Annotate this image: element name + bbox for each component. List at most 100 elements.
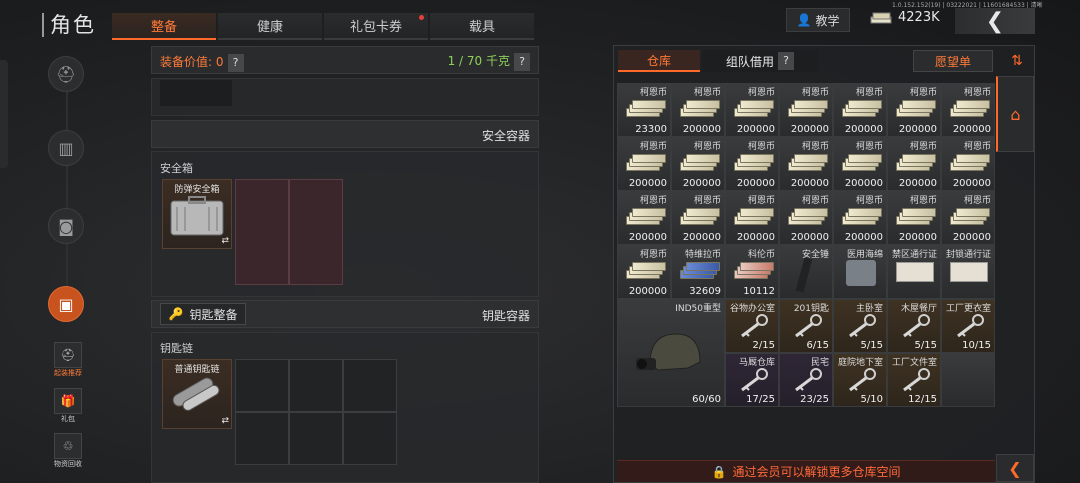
tab-team-borrow[interactable]: 组队借用? [702,50,818,72]
left-edge-handle[interactable] [0,60,8,168]
tab-warehouse[interactable]: 仓库 [618,50,700,72]
collapse-button[interactable]: ❮ [996,454,1034,482]
item-name: 柯恩币 [639,142,667,152]
inventory-item[interactable]: 柯恩币 200000 [779,137,833,191]
back-button[interactable]: ❮ [955,8,1035,34]
item-name: 安全锤 [801,250,829,260]
inventory-item[interactable]: 工厂文件室 12/15 [887,353,941,407]
inventory-item[interactable]: 马厩仓库 17/25 [725,353,779,407]
inventory-item[interactable]: 柯恩币 200000 [833,83,887,137]
gear-value-help-button[interactable]: ? [227,54,244,72]
safe-slot[interactable] [235,179,289,285]
tab-gift-cards[interactable]: 礼包卡券 [324,13,428,40]
item-name: 马厩仓库 [738,358,775,368]
key-slot[interactable] [343,359,397,412]
helmet-icon [636,333,701,371]
inventory-item[interactable]: 木屋餐厅 5/15 [887,299,941,353]
item-name: 柯恩币 [693,142,721,152]
key-slot[interactable] [235,359,289,412]
inventory-item[interactable]: 医用海绵 [833,245,887,299]
inventory-item[interactable]: 柯恩币 200000 [725,83,779,137]
inventory-item[interactable]: 柯恩币 200000 [887,83,941,137]
tab-vehicle[interactable]: 载具 [430,13,534,40]
helmet-nav-icon[interactable]: ⛑ [48,56,84,92]
inventory-item[interactable]: 科伦币 10112 [725,245,779,299]
inventory-item[interactable]: 安全锤 [779,245,833,299]
key-slot[interactable] [289,412,343,465]
key-chain-item[interactable]: 普通钥匙链 ⇄ [162,359,232,429]
tab-health[interactable]: 健康 [218,13,322,40]
inventory-item[interactable]: 主卧室 5/15 [833,299,887,353]
home-button[interactable]: ⌂ [996,76,1034,152]
inventory-item[interactable]: 柯恩币 200000 [887,137,941,191]
team-help-button[interactable]: ? [778,52,794,70]
key-slot[interactable] [235,412,289,465]
empty-inventory-slot[interactable] [941,353,995,407]
tutorial-button[interactable]: 👤 教学 [786,8,850,32]
inventory-item[interactable]: 柯恩币 200000 [725,137,779,191]
inventory-item[interactable]: 柯恩币 200000 [671,191,725,245]
cash-stack-icon [896,206,936,228]
inventory-item[interactable]: 柯恩币 200000 [671,137,725,191]
key-icon [741,368,768,392]
currency-display: 4223K [870,10,940,25]
cash-stack-icon [734,206,774,228]
safe-slot[interactable] [289,179,343,285]
inventory-item[interactable]: 柯恩币 200000 [941,137,995,191]
key-chain-label: 钥匙链 [160,342,193,355]
key-icon [903,314,930,338]
key-prep-label: 钥匙整备 [189,307,238,322]
inventory-item[interactable]: 禁区通行证 [887,245,941,299]
wishlist-button[interactable]: 愿望单 [913,50,993,72]
inventory-item[interactable]: 柯恩币 200000 [941,83,995,137]
inventory-item[interactable]: 封锁通行证 [941,245,995,299]
inventory-item[interactable]: 柯恩币 23300 [617,83,671,137]
armor-nav-icon[interactable]: ▥ [48,130,84,166]
inventory-item[interactable]: 柯恩币 200000 [833,137,887,191]
recycle-button[interactable]: ♲ 物资回收 [50,433,86,473]
loadout-recommend-button[interactable]: ⛑ 起装推荐 [50,342,86,382]
inventory-item[interactable]: 工厂更衣室 10/15 [941,299,995,353]
inventory-item[interactable]: 谷物办公室 2/15 [725,299,779,353]
bulletproof-safe-item[interactable]: 防弹安全箱 ⇄ [162,179,232,249]
item-name: 柯恩币 [801,88,829,98]
inventory-item[interactable]: 柯恩币 200000 [941,191,995,245]
inventory-item[interactable]: 柯恩币 200000 [617,191,671,245]
swap-icon: ⇄ [221,416,229,426]
cash-stack-icon [842,152,882,174]
cash-stack-icon [896,152,936,174]
key-icon [957,314,984,338]
inventory-item[interactable]: 柯恩币 200000 [779,191,833,245]
inventory-item[interactable]: 柯恩币 200000 [887,191,941,245]
inventory-item[interactable]: 201钥匙 6/15 [779,299,833,353]
weight-help-button[interactable]: ? [514,53,530,71]
inventory-item[interactable]: 庭院地下室 5/10 [833,353,887,407]
inventory-item[interactable]: 柯恩币 200000 [725,191,779,245]
item-count: 200000 [790,178,829,189]
key-prep-button[interactable]: 🔑 钥匙整备 [160,303,246,325]
item-count: 12/15 [908,394,937,405]
inventory-item[interactable]: 柯恩币 200000 [671,83,725,137]
unlock-storage-banner[interactable]: 🔒 通过会员可以解锁更多仓库空间 [617,460,995,482]
inventory-item[interactable]: 柯恩币 200000 [617,137,671,191]
toolbox-nav-icon[interactable]: ▣ [48,286,84,322]
person-icon: 👤 [796,13,812,27]
briefcase-icon [170,196,224,236]
item-count: 200000 [682,178,721,189]
tab-gear[interactable]: 整备 [112,13,216,40]
key-slot[interactable] [289,359,343,412]
backpack-nav-icon[interactable]: ◙ [48,208,84,244]
key-container-title: 钥匙容器 [481,309,530,323]
inventory-item[interactable]: 特维拉币 32609 [671,245,725,299]
item-count: 200000 [844,124,883,135]
inventory-item[interactable]: 民宅 23/25 [779,353,833,407]
item-count: 5/10 [860,394,883,405]
helmet-item[interactable]: IND50重型 60/60 [617,299,725,407]
inventory-item[interactable]: 柯恩币 200000 [617,245,671,299]
gift-button[interactable]: 🎁 礼包 [50,388,86,428]
item-name: 医用海绵 [846,250,883,260]
inventory-item[interactable]: 柯恩币 200000 [779,83,833,137]
key-slot[interactable] [343,412,397,465]
inventory-item[interactable]: 柯恩币 200000 [833,191,887,245]
gear-value-text: 装备价值: 0 [160,55,224,69]
